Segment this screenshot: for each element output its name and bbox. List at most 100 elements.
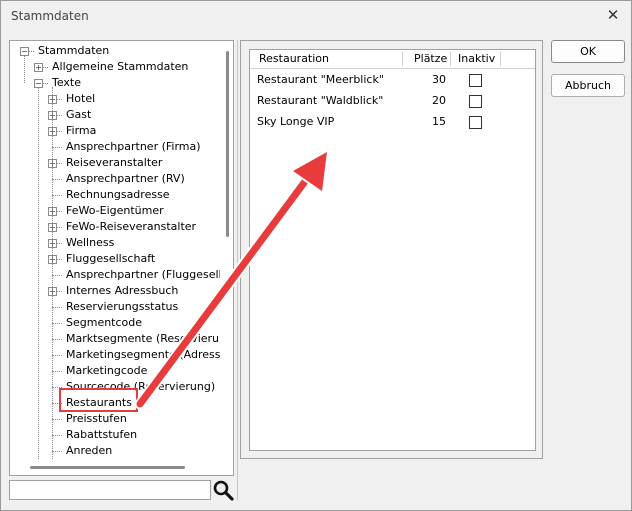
tree-item[interactable]: Fluggesellschaft xyxy=(64,251,157,267)
tree-item-label: Marktsegmente (Reservierung) xyxy=(66,332,220,345)
cancel-button[interactable]: Abbruch xyxy=(551,74,625,97)
table-row[interactable]: Restaurant "Meerblick" 30 xyxy=(250,70,535,90)
tree-vertical-scrollbar-thumb[interactable] xyxy=(226,51,229,237)
tree-item-label: Firma xyxy=(66,124,97,137)
tree-item[interactable]: Ansprechpartner (Fluggesellschaft) xyxy=(64,267,220,283)
tree-connector xyxy=(52,323,62,324)
column-divider[interactable] xyxy=(500,52,501,66)
restaurants-grid: Restauration Plätze Inaktiv Restaurant "… xyxy=(249,49,536,451)
seats-cell[interactable]: 15 xyxy=(432,112,446,132)
window-title: Stammdaten xyxy=(11,9,89,23)
tree-item[interactable]: FeWo-Eigentümer xyxy=(64,203,166,219)
inactive-checkbox[interactable] xyxy=(469,74,482,87)
tree-item[interactable]: Firma xyxy=(64,123,98,139)
tree-item[interactable]: Preisstufen xyxy=(64,411,129,427)
tree-item-label: Reservierungsstatus xyxy=(66,300,179,313)
tree-connector xyxy=(57,291,62,292)
tree-item[interactable]: Texte xyxy=(50,75,83,91)
tree-connector xyxy=(57,99,62,100)
search-icon[interactable] xyxy=(212,479,234,501)
tree-connector xyxy=(57,243,62,244)
expand-icon[interactable]: + xyxy=(34,63,43,72)
title-bar: Stammdaten ✕ xyxy=(1,1,631,33)
tree-item-label: FeWo-Eigentümer xyxy=(66,204,164,217)
tree-connector xyxy=(29,51,34,52)
tree-item[interactable]: Reservierungsstatus xyxy=(64,299,180,315)
tree-connector xyxy=(52,147,62,148)
grid-header: Restauration Plätze Inaktiv xyxy=(250,50,535,69)
tree-item[interactable]: Ansprechpartner (Firma) xyxy=(64,139,203,155)
tree-item[interactable]: Segmentcode xyxy=(64,315,144,331)
tree-guide xyxy=(52,87,53,459)
tree-connector xyxy=(52,403,62,404)
detail-panel: Restauration Plätze Inaktiv Restaurant "… xyxy=(240,40,543,459)
stammdaten-tree[interactable]: Stammdaten − Allgemeine Stammdaten + Texte − H… xyxy=(9,40,234,476)
tree-connector xyxy=(57,131,62,132)
close-icon[interactable]: ✕ xyxy=(605,7,621,23)
restaurant-name-cell[interactable]: Restaurant "Waldblick" xyxy=(257,91,383,111)
tree-item[interactable]: Hotel xyxy=(64,91,97,107)
tree-item[interactable]: Anreden xyxy=(64,443,114,459)
tree-item[interactable]: Gast xyxy=(64,107,93,123)
tree-item-label: Reiseveranstalter xyxy=(66,156,163,169)
tree-item[interactable]: Internes Adressbuch xyxy=(64,283,180,299)
tree-connector xyxy=(52,355,62,356)
tree-item[interactable]: Marktsegmente (Reservierung) xyxy=(64,331,220,347)
tree-connector xyxy=(52,419,62,420)
tree-connector xyxy=(52,179,62,180)
tree-item[interactable]: Marketingsegmente (Adresse) xyxy=(64,347,220,363)
tree-item-label: Fluggesellschaft xyxy=(66,252,156,265)
tree-item[interactable]: Reiseveranstalter xyxy=(64,155,164,171)
column-divider[interactable] xyxy=(450,52,451,66)
tree-guide xyxy=(24,55,25,83)
tree-vertical-scrollbar[interactable] xyxy=(221,41,233,459)
tree-item-label: Segmentcode xyxy=(66,316,143,329)
tree-connector xyxy=(57,211,62,212)
tree-item-label: Sourcecode (Reservierung) xyxy=(66,380,216,393)
tree-item-label: Rechnungsadresse xyxy=(66,188,170,201)
tree-item[interactable]: Sourcecode (Reservierung) xyxy=(64,379,217,395)
restaurant-name-cell[interactable]: Restaurant "Meerblick" xyxy=(257,70,384,90)
tree-connector xyxy=(57,163,62,164)
tree-connector xyxy=(52,339,62,340)
tree-item[interactable]: Stammdaten xyxy=(36,43,111,59)
tree-item[interactable]: Rechnungsadresse xyxy=(64,187,172,203)
inactive-checkbox[interactable] xyxy=(469,95,482,108)
seats-cell[interactable]: 30 xyxy=(432,70,446,90)
column-header-inaktiv[interactable]: Inaktiv xyxy=(458,52,495,66)
tree-item-label: Stammdaten xyxy=(38,44,110,57)
restaurant-name-cell[interactable]: Sky Longe VIP xyxy=(257,112,334,132)
table-row[interactable]: Restaurant "Waldblick" 20 xyxy=(250,91,535,111)
tree-item-label: Ansprechpartner (RV) xyxy=(66,172,185,185)
column-header-restauration[interactable]: Restauration xyxy=(259,52,329,66)
tree-item[interactable]: Rabattstufen xyxy=(64,427,139,443)
ok-button[interactable]: OK xyxy=(551,40,625,63)
tree-item[interactable]: Restaurants xyxy=(64,395,134,411)
tree-item[interactable]: Ansprechpartner (RV) xyxy=(64,171,187,187)
column-header-plaetze[interactable]: Plätze xyxy=(414,52,447,66)
table-row[interactable]: Sky Longe VIP 15 xyxy=(250,112,535,132)
tree-item-label: Wellness xyxy=(66,236,115,249)
tree-connector xyxy=(52,275,62,276)
tree-item[interactable]: Marketingcode xyxy=(64,363,149,379)
tree-guide xyxy=(38,87,39,459)
tree-connector xyxy=(57,259,62,260)
tree-item-label: FeWo-Reiseveranstalter xyxy=(66,220,197,233)
column-divider[interactable] xyxy=(402,52,403,66)
tree-content: Stammdaten − Allgemeine Stammdaten + Texte − H… xyxy=(10,41,220,459)
tree-horizontal-scrollbar[interactable] xyxy=(10,460,233,475)
seats-cell[interactable]: 20 xyxy=(432,91,446,111)
tree-item[interactable]: Wellness xyxy=(64,235,116,251)
panel-splitter[interactable] xyxy=(237,40,238,500)
tree-item-label: Gast xyxy=(66,108,92,121)
tree-search-box xyxy=(9,480,211,500)
tree-item-label: Ansprechpartner (Firma) xyxy=(66,140,201,153)
tree-item[interactable]: FeWo-Reiseveranstalter xyxy=(64,219,198,235)
tree-horizontal-scrollbar-thumb[interactable] xyxy=(30,466,185,469)
tree-connector xyxy=(52,451,62,452)
tree-item[interactable]: Allgemeine Stammdaten xyxy=(50,59,190,75)
tree-search-input[interactable] xyxy=(10,481,210,499)
tree-item-label: Rabattstufen xyxy=(66,428,138,441)
tree-item-label: Restaurants xyxy=(66,396,132,409)
inactive-checkbox[interactable] xyxy=(469,116,482,129)
